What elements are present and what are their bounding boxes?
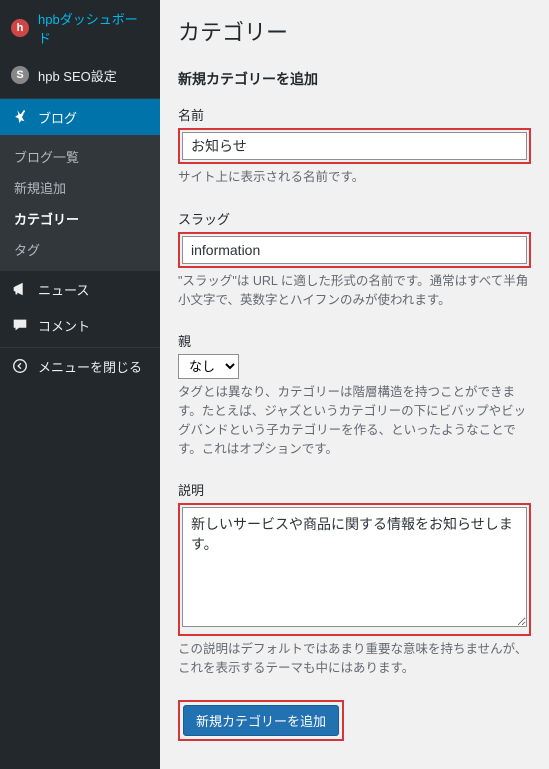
field-name: 名前 サイト上に表示される名前です。 <box>178 105 531 187</box>
page-title: カテゴリー <box>178 15 531 47</box>
field-description: 説明 この説明はデフォルトではあまり重要な意味を持ちませんが、これを表示するテー… <box>178 480 531 678</box>
parent-label: 親 <box>178 331 531 350</box>
sidebar-item-label: メニューを閉じる <box>38 357 142 376</box>
slug-input[interactable] <box>182 236 527 264</box>
sidebar-item-comments[interactable]: コメント <box>0 307 160 343</box>
name-input-wrap <box>178 128 531 164</box>
parent-help: タグとは異なり、カテゴリーは階層構造を持つことができます。たとえば、ジャズという… <box>178 383 531 458</box>
submenu-item-tag[interactable]: タグ <box>0 234 160 265</box>
description-textarea[interactable] <box>182 507 527 627</box>
parent-select[interactable]: なし <box>178 354 239 379</box>
section-title: 新規カテゴリーを追加 <box>178 69 531 89</box>
submenu-item-list[interactable]: ブログ一覧 <box>0 141 160 172</box>
sidebar-item-label: ブログ <box>38 108 77 127</box>
description-help: この説明はデフォルトではあまり重要な意味を持ちませんが、これを表示するテーマも中… <box>178 640 531 678</box>
description-label: 説明 <box>178 480 531 499</box>
sidebar-item-news[interactable]: ニュース <box>0 271 160 307</box>
admin-sidebar: h hpbダッシュボード S hpb SEO設定 ブログ ブログ一覧 新規追加 … <box>0 0 160 769</box>
description-input-wrap <box>178 503 531 636</box>
submit-wrap: 新規カテゴリーを追加 <box>178 700 344 741</box>
slug-help: "スラッグ"は URL に適した形式の名前です。通常はすべて半角小文字で、英数字… <box>178 272 531 310</box>
collapse-icon <box>10 356 30 376</box>
slug-label: スラッグ <box>178 209 531 228</box>
sidebar-item-label: hpbダッシュボード <box>38 9 150 47</box>
field-slug: スラッグ "スラッグ"は URL に適した形式の名前です。通常はすべて半角小文字… <box>178 209 531 310</box>
sidebar-item-hpb-seo[interactable]: S hpb SEO設定 <box>0 56 160 94</box>
submit-button[interactable]: 新規カテゴリーを追加 <box>183 705 339 736</box>
name-input[interactable] <box>182 132 527 160</box>
sidebar-item-label: hpb SEO設定 <box>38 66 117 85</box>
sidebar-item-blog[interactable]: ブログ <box>0 99 160 135</box>
sidebar-item-label: ニュース <box>38 280 89 299</box>
megaphone-icon <box>10 279 30 299</box>
name-help: サイト上に表示される名前です。 <box>178 168 531 187</box>
main-content: カテゴリー 新規カテゴリーを追加 名前 サイト上に表示される名前です。 スラッグ… <box>160 0 549 769</box>
blog-submenu: ブログ一覧 新規追加 カテゴリー タグ <box>0 135 160 271</box>
hpb-icon: h <box>10 18 30 38</box>
pin-icon <box>10 107 30 127</box>
submenu-item-new[interactable]: 新規追加 <box>0 172 160 203</box>
seo-icon: S <box>10 65 30 85</box>
name-label: 名前 <box>178 105 531 124</box>
comment-icon <box>10 315 30 335</box>
sidebar-item-label: コメント <box>38 316 90 335</box>
slug-input-wrap <box>178 232 531 268</box>
submenu-item-category[interactable]: カテゴリー <box>0 203 160 234</box>
sidebar-item-collapse[interactable]: メニューを閉じる <box>0 348 160 384</box>
sidebar-item-hpb-dashboard[interactable]: h hpbダッシュボード <box>0 0 160 56</box>
field-parent: 親 なし タグとは異なり、カテゴリーは階層構造を持つことができます。たとえば、ジ… <box>178 331 531 458</box>
